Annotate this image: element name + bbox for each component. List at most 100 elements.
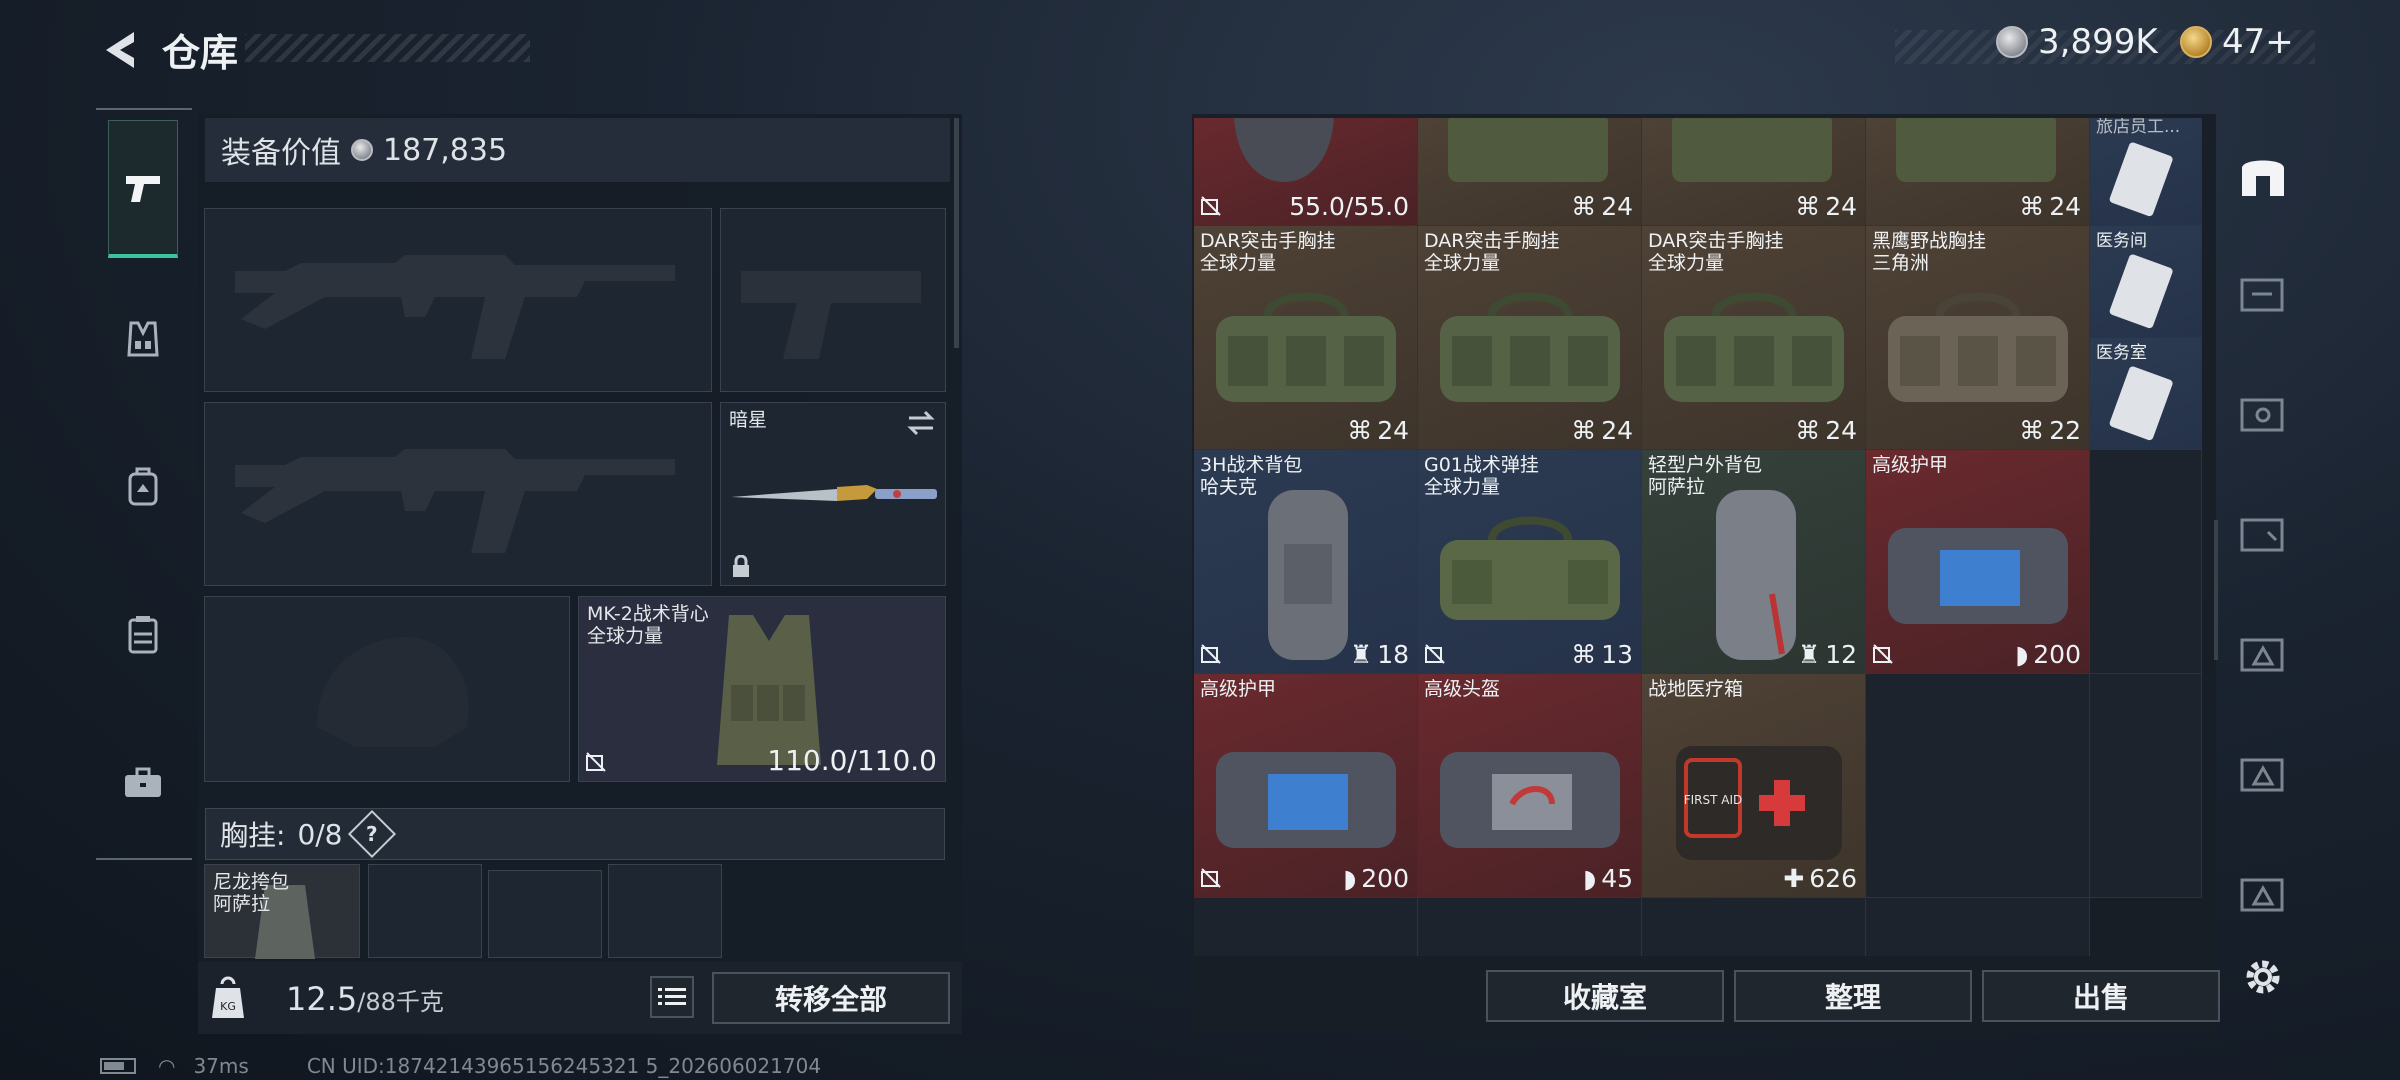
silver-currency[interactable]: 3,899K bbox=[1996, 22, 2158, 62]
user-uid: CN UID:18742143965156245321 5_2026060217… bbox=[306, 1054, 822, 1078]
secondary-weapon-slot[interactable] bbox=[720, 208, 946, 392]
empty-grid-cell[interactable] bbox=[1642, 898, 1866, 956]
grid-item[interactable]: 战地医疗箱 FIRST AID ✚ 626 bbox=[1642, 674, 1866, 898]
grid-item-keycard[interactable]: 旅店员工... bbox=[2090, 118, 2202, 226]
back-button[interactable] bbox=[96, 24, 148, 76]
vest-icon: ⌘ bbox=[1571, 192, 1597, 221]
warehouse-icon bbox=[2242, 160, 2284, 196]
grid-item[interactable]: G01战术弹挂 全球力量 ⌘ 13 bbox=[1418, 450, 1642, 674]
equipment-scrollbar[interactable] bbox=[954, 118, 959, 348]
item-capacity: ⌘ 24 bbox=[2019, 192, 2081, 221]
empty-grid-cell[interactable] bbox=[2090, 450, 2202, 674]
equipment-value-label: 装备价值 bbox=[221, 136, 341, 171]
item-capacity: ♜ 18 bbox=[1349, 640, 1409, 669]
transfer-all-button[interactable]: 转移全部 bbox=[712, 972, 950, 1024]
tab-toolbox[interactable] bbox=[108, 714, 178, 852]
help-button[interactable]: ? bbox=[347, 809, 396, 859]
first-aid-box-icon: FIRST AID bbox=[1676, 746, 1842, 860]
tab-storage-6[interactable] bbox=[2238, 750, 2288, 810]
container-slot[interactable] bbox=[368, 864, 482, 958]
tab-storage-2[interactable] bbox=[2238, 270, 2288, 330]
tab-storage-5[interactable] bbox=[2238, 630, 2288, 690]
item-capacity: ⌘ 24 bbox=[1347, 416, 1409, 445]
vest-icon: ⌘ bbox=[1571, 640, 1597, 669]
grid-item[interactable]: ⌘ 24 bbox=[1866, 118, 2090, 226]
grid-item[interactable]: 高级护甲 ◗ 200 bbox=[1194, 674, 1418, 898]
item-capacity: ⌘ 13 bbox=[1571, 640, 1633, 669]
no-sell-icon bbox=[586, 752, 606, 772]
vest-icon: ⌘ bbox=[1571, 416, 1597, 445]
bag-item-icon bbox=[1672, 118, 1832, 182]
grid-item[interactable]: ⌘ 24 bbox=[1418, 118, 1642, 226]
grid-item-keycard[interactable]: 医务间 bbox=[2090, 226, 2202, 338]
grid-item[interactable]: 轻型户外背包 阿萨拉 ♜ 12 bbox=[1642, 450, 1866, 674]
sell-button[interactable]: 出售 bbox=[1982, 970, 2220, 1022]
empty-grid-cell[interactable] bbox=[1866, 898, 2090, 956]
tab-storage-7[interactable] bbox=[2238, 870, 2288, 930]
bag-item-icon bbox=[1896, 118, 2056, 182]
melee-name: 暗星 bbox=[729, 409, 768, 431]
empty-grid-cell[interactable] bbox=[1418, 898, 1642, 956]
keycard-icon bbox=[2109, 142, 2173, 217]
tab-backpack[interactable] bbox=[108, 418, 178, 556]
helmet-slot[interactable] bbox=[204, 596, 570, 782]
tab-chest-rig[interactable] bbox=[108, 566, 178, 704]
title-decor bbox=[245, 34, 530, 62]
item-label: 高级护甲 bbox=[1872, 454, 1949, 476]
item-name: 高级护甲 bbox=[1200, 678, 1277, 700]
item-name: 医务室 bbox=[2096, 343, 2147, 363]
list-view-button[interactable] bbox=[650, 976, 694, 1018]
storage-scrollbar[interactable] bbox=[2214, 520, 2218, 660]
ping-readout: 37ms bbox=[193, 1054, 249, 1078]
collection-room-button[interactable]: 收藏室 bbox=[1486, 970, 1724, 1022]
vest-icon: ⌘ bbox=[1795, 416, 1821, 445]
item-name: 旅店员工... bbox=[2096, 118, 2181, 137]
empty-grid-cell[interactable] bbox=[1194, 898, 1418, 956]
vest-icon: ⌘ bbox=[1795, 192, 1821, 221]
tab-armor[interactable] bbox=[108, 270, 178, 408]
duffel-bag-icon bbox=[1888, 292, 2068, 402]
grid-item[interactable]: 黑鹰野战胸挂 三角洲 ⌘ 22 bbox=[1866, 226, 2090, 450]
container-slot[interactable] bbox=[608, 864, 722, 958]
grid-item[interactable]: 3H战术背包 哈夫克 ♜ 18 bbox=[1194, 450, 1418, 674]
swap-icon[interactable] bbox=[905, 409, 937, 437]
settings-button[interactable] bbox=[2238, 952, 2288, 1002]
pouch-slot[interactable]: 尼龙挎包 阿萨拉 bbox=[204, 864, 360, 959]
organize-button[interactable]: 整理 bbox=[1734, 970, 1972, 1022]
grid-item[interactable]: 高级头盔 ◗ 45 bbox=[1418, 674, 1642, 898]
grid-item[interactable]: DAR突击手胸挂 全球力量 ⌘ 24 bbox=[1194, 226, 1418, 450]
item-label: DAR突击手胸挂 全球力量 bbox=[1424, 230, 1560, 274]
vest-icon: ⌘ bbox=[1347, 416, 1373, 445]
empty-grid-cell[interactable] bbox=[1866, 674, 2090, 898]
item-name: 高级头盔 bbox=[1424, 678, 1501, 700]
grid-item[interactable]: 55.0/55.0 bbox=[1194, 118, 1418, 226]
svg-text:KG: KG bbox=[220, 1000, 236, 1013]
backpack-item-icon bbox=[1716, 490, 1796, 660]
second-weapon-slot[interactable] bbox=[204, 402, 712, 586]
armor-slot[interactable]: MK-2战术背心 全球力量 110.0/110.0 bbox=[578, 596, 946, 782]
weight-icon: KG bbox=[212, 976, 244, 1018]
armor-vest-icon bbox=[127, 321, 159, 357]
tab-storage-4[interactable] bbox=[2238, 510, 2288, 570]
grid-item-keycard[interactable]: 医务室 bbox=[2090, 338, 2202, 450]
empty-grid-cell[interactable] bbox=[2090, 674, 2202, 898]
gold-amount: 47+ bbox=[2222, 22, 2294, 62]
grid-item[interactable]: 高级护甲 ◗ 200 bbox=[1866, 450, 2090, 674]
tab-storage-3[interactable] bbox=[2238, 390, 2288, 450]
tab-main-storage[interactable] bbox=[2238, 150, 2288, 210]
primary-weapon-slot[interactable] bbox=[204, 208, 712, 392]
melee-slot[interactable]: 暗星 bbox=[720, 402, 946, 586]
armor-durability: 110.0/110.0 bbox=[767, 744, 937, 777]
container-slot[interactable] bbox=[488, 870, 602, 958]
back-arrow-icon bbox=[106, 32, 134, 68]
silver-amount: 3,899K bbox=[2038, 22, 2158, 62]
gold-currency[interactable]: 47+ bbox=[2180, 22, 2294, 62]
tab-weapons[interactable] bbox=[108, 120, 178, 258]
grid-item[interactable]: ⌘ 24 bbox=[1642, 118, 1866, 226]
grid-item[interactable]: DAR突击手胸挂 全球力量 ⌘ 24 bbox=[1418, 226, 1642, 450]
grid-item[interactable]: DAR突击手胸挂 全球力量 ⌘ 24 bbox=[1642, 226, 1866, 450]
item-name: 战地医疗箱 bbox=[1648, 678, 1744, 700]
no-sell-icon bbox=[1201, 868, 1221, 888]
silver-coin-icon bbox=[351, 139, 373, 161]
category-tabs bbox=[96, 108, 192, 860]
